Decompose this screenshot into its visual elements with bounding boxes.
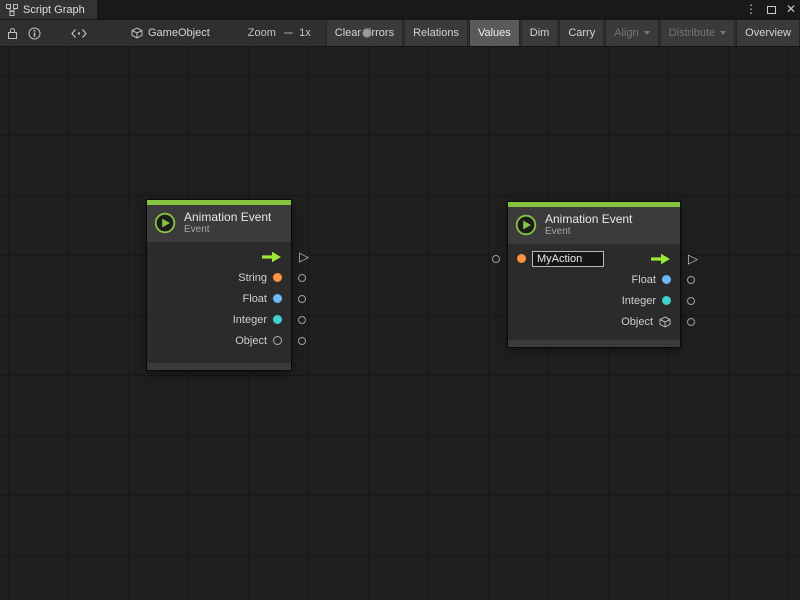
integer-type-icon [662,296,671,305]
port-label: Float [632,274,656,286]
node-titles: Animation Event Event [184,210,271,236]
action-name-input[interactable] [532,251,604,267]
code-view-icon[interactable] [71,28,87,39]
event-play-icon [154,212,176,234]
event-play-icon [515,214,537,236]
float-type-icon [273,294,282,303]
float-output-port[interactable] [687,276,695,284]
node-title: Animation Event [184,210,271,224]
graph-canvas[interactable]: Animation Event Event ▷ String [0,47,800,600]
dim-button[interactable]: Dim [521,20,559,46]
align-dropdown[interactable]: Align [605,20,658,46]
string-type-icon [273,273,282,282]
node-title: Animation Event [545,212,632,226]
port-label: Integer [233,314,267,326]
integer-output-port[interactable] [687,297,695,305]
zoom-slider-track [284,32,293,34]
name-input-port[interactable] [492,255,500,263]
port-label: Float [243,293,267,305]
window-menu-icon[interactable]: ⋮ [745,0,757,19]
animation-event-node-2[interactable]: Animation Event Event ▷ [508,202,680,347]
node-header[interactable]: Animation Event Event [147,205,291,242]
object-output-port[interactable] [687,318,695,326]
gameobject-label: GameObject [148,27,210,39]
integer-output-port[interactable] [298,316,306,324]
flow-arrow-icon [261,251,282,263]
node-body: ▷ String Float Integer [147,242,291,363]
window-controls: ⋮ ✕ [745,0,796,19]
object-type-icon [273,336,282,345]
chevron-down-icon [720,31,726,35]
gameobject-icon [131,27,143,39]
flow-output-port[interactable]: ▷ [688,251,698,264]
node-footer [147,363,291,370]
gameobject-reference[interactable]: GameObject [131,27,210,39]
values-button[interactable]: Values [469,20,520,46]
graph-toolbar: GameObject Zoom 1x Clear Errors Relation… [0,19,800,47]
align-label: Align [614,27,638,39]
chevron-down-icon [644,31,650,35]
distribute-label: Distribute [669,27,715,39]
distribute-dropdown[interactable]: Distribute [660,20,735,46]
zoom-slider[interactable] [284,26,293,40]
port-label: String [238,272,267,284]
script-graph-icon [6,4,18,16]
zoom-slider-handle[interactable] [362,28,372,38]
node-footer [508,340,680,347]
animation-event-node-1[interactable]: Animation Event Event ▷ String [147,200,291,370]
info-icon[interactable] [28,27,41,40]
zoom-label: Zoom [248,27,276,39]
port-label: Object [621,316,653,328]
output-row-integer: Integer [508,290,680,311]
carry-button[interactable]: Carry [559,20,604,46]
output-row-string: String [147,267,291,288]
overview-button[interactable]: Overview [736,20,800,46]
output-row-object: Object [508,311,680,332]
node-subtitle: Event [545,226,632,238]
float-output-port[interactable] [298,295,306,303]
port-label: Object [235,335,267,347]
tab-title: Script Graph [23,4,85,16]
flow-output-row: ▷ [147,246,291,267]
script-graph-window: Script Graph ⋮ ✕ [0,0,800,600]
integer-type-icon [273,315,282,324]
node-titles: Animation Event Event [545,212,632,238]
object-cube-icon [659,316,671,328]
toolbar-buttons: Clear Errors Relations Values Dim Carry … [325,20,800,46]
flow-arrow-icon [650,253,671,265]
string-type-icon [517,254,526,263]
output-row-float: Float [508,269,680,290]
lock-icon[interactable] [7,27,18,40]
name-input-row: ▷ [508,248,680,269]
relations-button[interactable]: Relations [404,20,468,46]
node-subtitle: Event [184,224,271,236]
tab-script-graph[interactable]: Script Graph [0,0,97,19]
tab-bar: Script Graph ⋮ ✕ [0,0,800,19]
close-icon[interactable]: ✕ [786,0,796,19]
zoom-value: 1x [299,27,311,39]
float-type-icon [662,275,671,284]
object-output-port[interactable] [298,337,306,345]
string-output-port[interactable] [298,274,306,282]
port-label: Integer [622,295,656,307]
output-row-integer: Integer [147,309,291,330]
output-row-object: Object [147,330,291,351]
output-row-float: Float [147,288,291,309]
node-header[interactable]: Animation Event Event [508,207,680,244]
node-body: ▷ Float Integer Object [508,244,680,340]
maximize-icon[interactable] [767,6,776,14]
flow-output-port[interactable]: ▷ [299,249,309,262]
